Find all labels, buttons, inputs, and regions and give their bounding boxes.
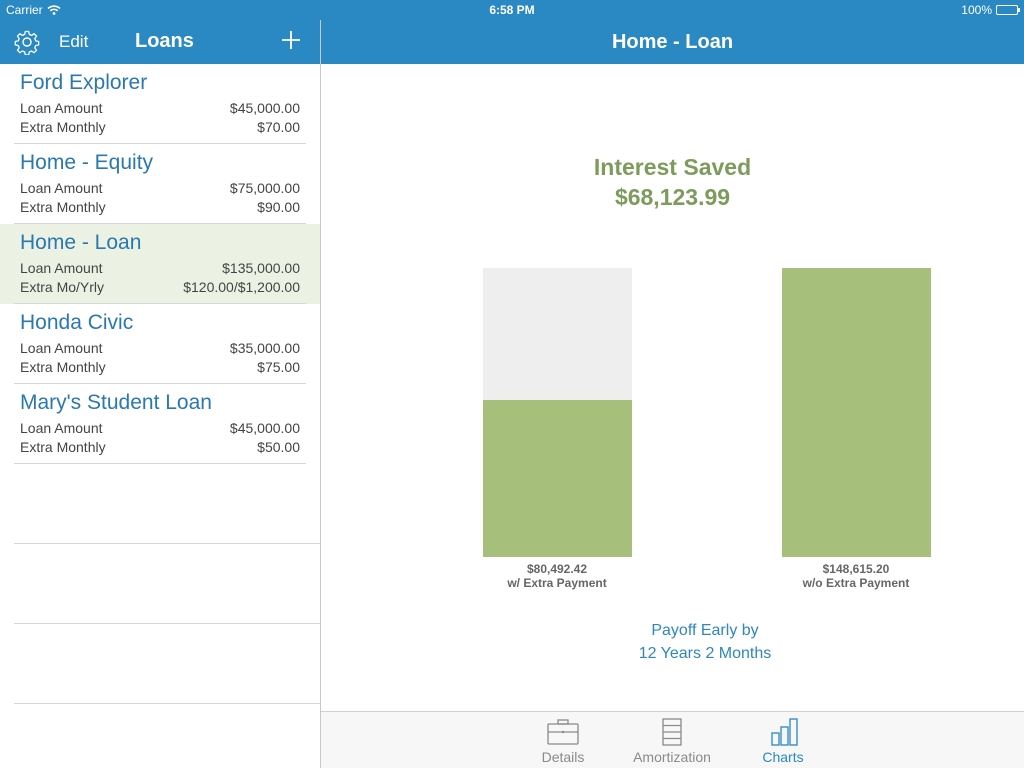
- bar-track: [781, 268, 931, 557]
- tab-charts-label: Charts: [762, 749, 804, 765]
- briefcase-icon: [547, 719, 579, 745]
- loan-amount-label: Loan Amount: [20, 420, 103, 436]
- detail-title: Home - Loan: [611, 31, 734, 53]
- status-bar: Carrier 6:58 PM 100%: [0, 0, 1024, 20]
- loan-list-item[interactable]: Mary's Student Loan Loan Amount $45,000.00…: [0, 384, 320, 464]
- battery-percent: 100%: [961, 3, 992, 17]
- loan-amount-row: Loan Amount $45,000.00: [20, 99, 300, 118]
- loan-name: Mary's Student Loan: [20, 391, 212, 414]
- extra-payment-row: Extra Mo/Yrly $120.00/$1,200.00: [20, 278, 300, 297]
- bar: [781, 268, 931, 557]
- loan-amount-value: $135,000.00: [222, 260, 300, 276]
- bar-value-label: $148,615.20: [822, 562, 890, 576]
- bar-track: [482, 268, 632, 557]
- extra-payment-value: $90.00: [257, 199, 300, 215]
- extra-payment-label: Extra Monthly: [20, 119, 106, 135]
- tab-amortization[interactable]: Amortization: [617, 712, 727, 768]
- gear-icon[interactable]: [14, 29, 40, 55]
- battery-status: 100%: [961, 3, 1020, 17]
- loan-amount-label: Loan Amount: [20, 340, 103, 356]
- loan-name: Ford Explorer: [20, 71, 148, 94]
- loan-amount-label: Loan Amount: [20, 260, 103, 276]
- detail-nav-bar: Home - Loan: [321, 20, 1024, 64]
- loan-list: Ford Explorer Loan Amount $45,000.00 Extra …: [0, 64, 320, 704]
- loan-amount-row: Loan Amount $135,000.00: [20, 259, 300, 278]
- extra-payment-label: Extra Monthly: [20, 439, 106, 455]
- list-icon: [662, 718, 682, 746]
- loan-amount-label: Loan Amount: [20, 180, 103, 196]
- empty-list-row: [0, 624, 320, 704]
- bar: [482, 400, 632, 557]
- empty-list-row: [0, 464, 320, 544]
- loan-amount-value: $45,000.00: [229, 100, 300, 116]
- loan-amount-value: $75,000.00: [229, 180, 300, 196]
- extra-payment-value: $120.00/$1,200.00: [183, 279, 300, 295]
- loan-name: Home - Equity: [20, 151, 154, 174]
- loan-list-item[interactable]: Home - Equity Loan Amount $75,000.00 Extra …: [0, 144, 320, 224]
- tab-details[interactable]: Details: [508, 712, 618, 768]
- interest-saved-label: Interest Saved: [593, 154, 752, 180]
- loan-name: Honda Civic: [20, 311, 134, 334]
- extra-payment-label: Extra Mo/Yrly: [20, 279, 105, 295]
- split-divider: [320, 0, 321, 768]
- loan-amount-row: Loan Amount $35,000.00: [20, 339, 300, 358]
- extra-payment-row: Extra Monthly $90.00: [20, 198, 300, 217]
- payoff-early-label: Payoff Early by: [651, 622, 759, 639]
- loan-amount-row: Loan Amount $45,000.00: [20, 419, 300, 438]
- bar-caption: $80,492.42 w/ Extra Payment: [457, 562, 657, 590]
- loan-amount-value: $35,000.00: [229, 340, 300, 356]
- extra-payment-row: Extra Monthly $75.00: [20, 358, 300, 377]
- bar-category-label: w/o Extra Payment: [802, 576, 910, 590]
- bar-caption: $148,615.20 w/o Extra Payment: [756, 562, 956, 590]
- tab-bar: Details Amortization Charts: [321, 711, 1024, 768]
- loan-list-item[interactable]: Home - Loan Loan Amount $135,000.00 Extra M…: [0, 224, 320, 304]
- tab-amortization-label: Amortization: [633, 749, 711, 765]
- loan-amount-label: Loan Amount: [20, 100, 103, 116]
- loans-sidebar: Edit Loans Ford Explorer Loan Amount $45,0…: [0, 0, 320, 768]
- extra-payment-value: $70.00: [257, 119, 300, 135]
- plus-icon[interactable]: [280, 29, 302, 51]
- edit-button[interactable]: Edit: [59, 32, 88, 52]
- extra-payment-value: $75.00: [257, 359, 300, 375]
- extra-payment-label: Extra Monthly: [20, 359, 106, 375]
- extra-payment-row: Extra Monthly $70.00: [20, 118, 300, 137]
- extra-payment-value: $50.00: [257, 439, 300, 455]
- sidebar-nav-bar: Edit Loans: [0, 20, 320, 64]
- loan-list-item[interactable]: Honda Civic Loan Amount $35,000.00 Extra Mo…: [0, 304, 320, 384]
- tab-details-label: Details: [541, 749, 585, 765]
- bar-category-label: w/ Extra Payment: [507, 576, 607, 590]
- loan-name: Home - Loan: [20, 231, 142, 254]
- sidebar-title: Loans: [135, 30, 194, 52]
- loan-list-item[interactable]: Ford Explorer Loan Amount $45,000.00 Extra …: [0, 64, 320, 144]
- interest-saved-value: $68,123.99: [614, 184, 731, 210]
- empty-list-row: [0, 544, 320, 624]
- loan-amount-value: $45,000.00: [229, 420, 300, 436]
- payoff-early-value: 12 Years 2 Months: [638, 645, 772, 662]
- battery-icon: [996, 5, 1020, 15]
- bar-chart-icon: [771, 718, 798, 746]
- clock: 6:58 PM: [489, 3, 535, 17]
- extra-payment-label: Extra Monthly: [20, 199, 106, 215]
- loan-amount-row: Loan Amount $75,000.00: [20, 179, 300, 198]
- extra-payment-row: Extra Monthly $50.00: [20, 438, 300, 457]
- tab-charts[interactable]: Charts: [728, 712, 838, 768]
- bar-value-label: $80,492.42: [526, 562, 588, 576]
